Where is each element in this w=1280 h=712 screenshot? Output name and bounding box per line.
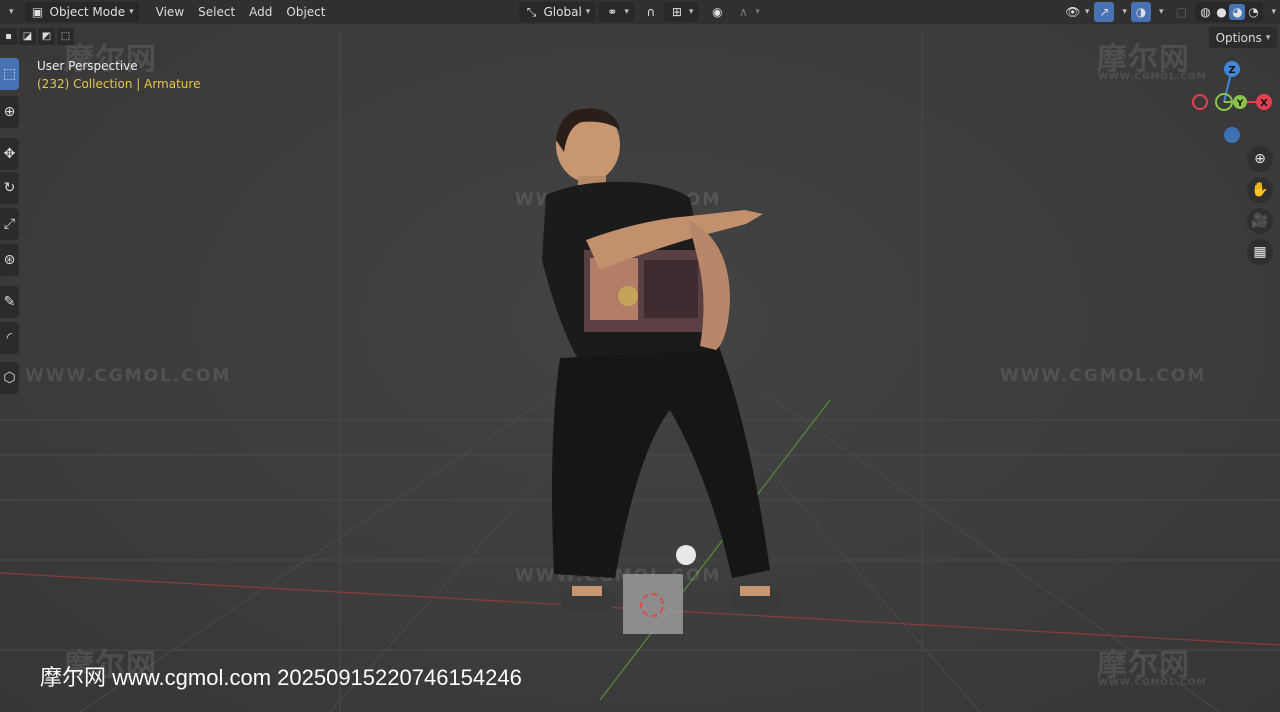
mode-dropdown[interactable]: ▣ Object Mode ▾ <box>24 2 139 22</box>
chevron-down-icon: ▾ <box>129 7 134 17</box>
3d-cursor-icon[interactable] <box>640 593 664 617</box>
z-neg-handle <box>1224 127 1240 143</box>
grid-view-icon[interactable]: ▦ <box>1247 239 1273 265</box>
mode-label: Object Mode <box>49 5 126 19</box>
annotate-tool-icon[interactable]: ✎ <box>0 286 19 318</box>
chevron-down-icon: ▾ <box>1271 7 1276 17</box>
visibility-icon: 👁 <box>1065 5 1081 19</box>
transform-tool-icon[interactable]: ⊛ <box>0 244 19 276</box>
chevron-down-icon: ▾ <box>624 7 629 17</box>
scale-tool-icon[interactable]: ⤢ <box>0 208 19 240</box>
shading-buttons: ◍ ● ◕ ◔ <box>1195 2 1264 22</box>
add-cube-tool-icon[interactable]: ⬡ <box>0 362 19 394</box>
transform-icon: ⤡ <box>526 4 537 19</box>
move-tool-icon[interactable]: ✥ <box>0 138 19 170</box>
options-label: Options <box>1215 30 1262 45</box>
falloff-dropdown[interactable]: ∧ ▾ <box>730 2 765 22</box>
zoom-icon[interactable]: ⊕ <box>1247 146 1273 172</box>
chevron-down-icon: ▾ <box>688 7 694 17</box>
active-collection-label: (232) Collection | Armature <box>37 77 201 91</box>
transform-orientation-dropdown[interactable]: ⤡ Global ▾ <box>518 2 596 22</box>
view-name: User Perspective <box>37 59 138 73</box>
link-icon: ⚭ <box>607 5 618 19</box>
pivot-dropdown[interactable]: ⚭ ▾ <box>599 2 634 22</box>
chevron-down-icon: ▾ <box>755 7 760 17</box>
snap-toggle[interactable]: ∩ <box>638 2 664 22</box>
snap-magnet-icon: ∩ <box>646 5 656 19</box>
3d-viewport[interactable]: 摩尔网 摩尔网 WWW.CGMOL.COM WWW.CGMOL.COM WWW.… <box>0 0 1280 712</box>
material-icon[interactable]: ◕ <box>1229 4 1246 20</box>
proportional-edit-toggle[interactable]: ◉ <box>704 2 730 22</box>
watermark-url-small: WWW.CGMOL.COM <box>1098 678 1207 688</box>
navigation-gizmo[interactable]: X Y Z <box>1186 58 1276 148</box>
chevron-down-icon: ▾ <box>1122 7 1127 17</box>
orientation-label: Global <box>543 5 582 19</box>
chevron-down-icon: ▾ <box>585 7 591 17</box>
select-intersect-icon[interactable]: ⬚ <box>57 28 74 45</box>
watermark-url: WWW.CGMOL.COM <box>25 366 232 386</box>
chevron-down-icon: ▾ <box>1158 7 1164 17</box>
xray-toggle[interactable]: ▢ <box>1171 2 1191 22</box>
select-mode-buttons: ▪ ◪ ◩ ⬚ <box>0 28 74 46</box>
rotate-tool-icon[interactable]: ↻ <box>0 172 19 204</box>
xray-icon: ▢ <box>1175 5 1188 19</box>
chevron-down-icon: ▾ <box>1265 32 1271 43</box>
menu-object[interactable]: Object <box>279 2 332 22</box>
overlay-dropdown[interactable]: ▾ <box>1151 2 1168 22</box>
wireframe-icon[interactable]: ◍ <box>1197 4 1213 20</box>
shading-dropdown[interactable]: ▾ <box>1263 2 1280 22</box>
character-model[interactable] <box>520 100 800 640</box>
gizmo-z-label: Z <box>1228 65 1235 76</box>
select-extend-icon[interactable]: ◪ <box>19 28 36 45</box>
rendered-icon[interactable]: ◔ <box>1245 4 1261 20</box>
overlay-toggle[interactable]: ◑ <box>1130 2 1151 22</box>
select-new-icon[interactable]: ▪ <box>0 28 17 45</box>
menu-add[interactable]: Add <box>242 2 279 22</box>
menu-view[interactable]: View <box>149 2 191 22</box>
viewport-header: ▾ ▣ Object Mode ▾ View Select Add Object… <box>0 0 1280 24</box>
cursor-tool-icon[interactable]: ⊕ <box>0 96 19 128</box>
hand-pan-icon[interactable]: ✋ <box>1247 177 1273 203</box>
watermark-url: WWW.CGMOL.COM <box>1000 366 1207 386</box>
object-mode-icon: ▣ <box>31 5 44 19</box>
bone-sphere[interactable] <box>676 545 696 565</box>
select-box-tool-icon[interactable]: ⬚ <box>0 58 19 90</box>
overlay-icon: ◑ <box>1135 5 1147 19</box>
proportional-icon: ◉ <box>712 5 723 19</box>
solid-icon[interactable]: ● <box>1213 4 1229 20</box>
gizmo-x-label: X <box>1260 98 1268 109</box>
falloff-icon: ∧ <box>738 5 748 19</box>
editor-type-chevron-icon[interactable]: ▾ <box>0 2 19 22</box>
snap-target-dropdown[interactable]: ⊞ ▾ <box>663 2 699 22</box>
menu-select[interactable]: Select <box>191 2 242 22</box>
gizmo-icon: ↗ <box>1099 5 1110 19</box>
snap-grid-icon: ⊞ <box>671 5 682 19</box>
select-subtract-icon[interactable]: ◩ <box>38 28 55 45</box>
chevron-down-icon: ▾ <box>1084 7 1090 17</box>
options-dropdown[interactable]: Options ▾ <box>1209 27 1277 48</box>
gizmo-y-label: Y <box>1236 99 1244 109</box>
bottom-watermark: 摩尔网 www.cgmol.com 20250915220746154246 <box>40 665 522 690</box>
visibility-dropdown[interactable]: 👁 ▾ <box>1060 2 1095 22</box>
camera-icon[interactable]: 🎥 <box>1247 208 1273 234</box>
gizmo-dropdown[interactable]: ▾ <box>1114 2 1131 22</box>
measure-tool-icon[interactable]: ◜ <box>0 322 19 354</box>
x-neg-handle <box>1192 94 1208 110</box>
gizmo-toggle[interactable]: ↗ <box>1094 2 1115 22</box>
